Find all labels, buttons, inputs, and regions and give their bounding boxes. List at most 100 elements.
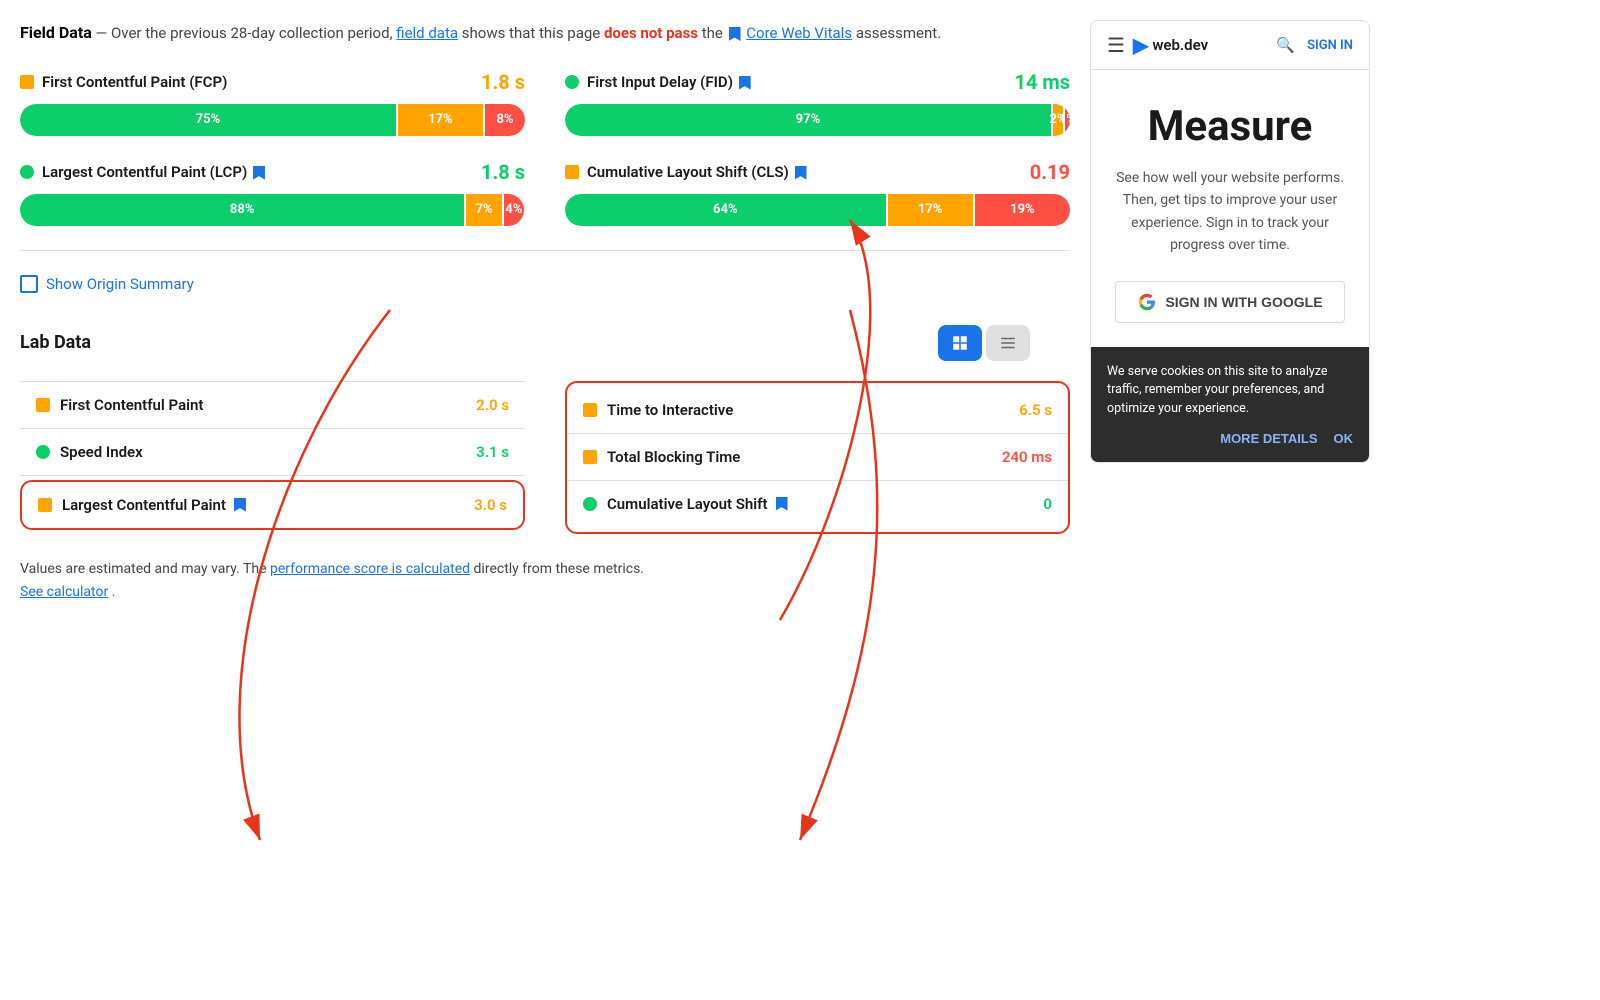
origin-summary-checkbox[interactable]	[20, 275, 38, 293]
calculator-link[interactable]: See calculator	[20, 584, 108, 600]
google-signin-label: SIGN IN WITH GOOGLE	[1165, 294, 1322, 310]
origin-summary-label: Show Origin Summary	[46, 275, 194, 293]
lab-cls-name: Cumulative Layout Shift	[607, 495, 1033, 513]
lab-cls: Cumulative Layout Shift 0	[567, 481, 1068, 527]
lcp-header: Largest Contentful Paint (LCP) 1.8 s	[20, 160, 525, 184]
google-signin-button[interactable]: SIGN IN WITH GOOGLE	[1115, 281, 1345, 323]
webdev-body: Measure See how well your website perfor…	[1091, 70, 1369, 347]
lab-tbt: Total Blocking Time 240 ms	[567, 434, 1068, 481]
cookie-banner: We serve cookies on this site to analyze…	[1091, 347, 1369, 462]
header-desc3: the	[702, 24, 727, 42]
lcp-bar-orange: 7%	[466, 194, 501, 226]
webdev-arrow-icon: ▶	[1133, 33, 1148, 57]
lab-tti: Time to Interactive 6.5 s	[567, 387, 1068, 434]
lab-speed-index-icon	[36, 445, 50, 459]
right-panel: ☰ ▶ web.dev 🔍 SIGN IN Measure See how we…	[1090, 20, 1370, 980]
measure-desc: See how well your website performs. Then…	[1115, 167, 1345, 257]
cls-bar-red: 19%	[975, 194, 1070, 226]
metric-cls: Cumulative Layout Shift (CLS) 0.19 64% 1…	[565, 160, 1070, 226]
lab-data-title: Lab Data	[20, 332, 91, 353]
more-details-button[interactable]: MORE DETAILS	[1220, 431, 1317, 446]
lab-cls-flag-icon	[776, 497, 788, 511]
metric-fcp: First Contentful Paint (FCP) 1.8 s 75% 1…	[20, 70, 525, 136]
lab-cls-value: 0	[1043, 495, 1052, 513]
fcp-icon	[20, 75, 34, 89]
fid-icon	[565, 75, 579, 89]
core-web-vitals-flag-icon	[729, 27, 741, 41]
field-metrics-grid: First Contentful Paint (FCP) 1.8 s 75% 1…	[20, 70, 1070, 251]
performance-score-link[interactable]: performance score is calculated	[270, 561, 470, 577]
lab-fcp-value: 2.0 s	[476, 396, 509, 414]
list-view-button[interactable]	[986, 325, 1030, 361]
lcp-bar-red: 4%	[504, 194, 524, 226]
fcp-bar-orange: 17%	[398, 104, 483, 136]
lab-lcp-icon	[38, 498, 52, 512]
fid-flag-icon	[739, 76, 751, 90]
lab-tti-name: Time to Interactive	[607, 401, 1009, 419]
fcp-bar: 75% 17% 8%	[20, 104, 525, 136]
header-desc4: assessment.	[856, 24, 941, 42]
lab-fcp-name: First Contentful Paint	[60, 396, 466, 414]
does-not-pass-label: does not pass	[604, 24, 698, 42]
signin-link[interactable]: SIGN IN	[1307, 38, 1353, 53]
fid-value: 14 ms	[1014, 70, 1070, 94]
fid-bar-green: 97%	[565, 104, 1051, 136]
cookie-buttons: MORE DETAILS OK	[1107, 431, 1353, 446]
fid-header: First Input Delay (FID) 14 ms	[565, 70, 1070, 94]
lab-data-section: Lab Data	[20, 325, 1070, 361]
lab-lcp: Largest Contentful Paint 3.0 s	[20, 480, 525, 530]
lcp-flag-icon	[253, 166, 265, 180]
fid-name: First Input Delay (FID)	[587, 73, 1006, 91]
field-data-header: Field Data — Over the previous 28-day co…	[20, 20, 1070, 46]
cls-value: 0.19	[1030, 160, 1070, 184]
measure-title: Measure	[1115, 102, 1345, 151]
fid-bar-red: 1%	[1065, 104, 1070, 136]
lab-tbt-name: Total Blocking Time	[607, 448, 992, 466]
ok-button[interactable]: OK	[1334, 431, 1354, 446]
field-data-link[interactable]: field data	[396, 24, 458, 42]
cls-header: Cumulative Layout Shift (CLS) 0.19	[565, 160, 1070, 184]
cls-bar: 64% 17% 19%	[565, 194, 1070, 226]
lab-tbt-value: 240 ms	[1002, 448, 1052, 466]
hamburger-icon[interactable]: ☰	[1107, 33, 1125, 57]
cls-bar-orange: 17%	[888, 194, 973, 226]
lab-right-column: Time to Interactive 6.5 s Total Blocking…	[565, 381, 1070, 534]
cls-bar-green: 64%	[565, 194, 886, 226]
metric-fid: First Input Delay (FID) 14 ms 97% 2% 1%	[565, 70, 1070, 136]
origin-summary-row[interactable]: Show Origin Summary	[20, 275, 1070, 293]
lcp-name: Largest Contentful Paint (LCP)	[42, 163, 473, 181]
lab-cls-icon	[583, 497, 597, 511]
footer-text1: Values are estimated and may vary. The	[20, 561, 270, 577]
lab-lcp-name: Largest Contentful Paint	[62, 496, 464, 514]
cls-icon	[565, 165, 579, 179]
header-desc1: — Over the previous 28-day collection pe…	[96, 24, 397, 42]
lab-speed-index-name: Speed Index	[60, 443, 466, 461]
lab-lcp-value: 3.0 s	[474, 496, 507, 514]
grid-view-button[interactable]	[938, 325, 982, 361]
core-web-vitals-link[interactable]: Core Web Vitals	[746, 24, 852, 42]
footer-text2: directly from these metrics.	[474, 561, 644, 577]
field-data-label: Field Data	[20, 23, 92, 42]
fcp-name: First Contentful Paint (FCP)	[42, 73, 473, 91]
fcp-bar-red: 8%	[485, 104, 525, 136]
lcp-bar: 88% 7% 4%	[20, 194, 525, 226]
footer-note: Values are estimated and may vary. The p…	[20, 558, 1070, 606]
lab-metrics-grid: First Contentful Paint 2.0 s Speed Index…	[20, 381, 1070, 534]
fcp-value: 1.8 s	[481, 70, 525, 94]
lab-left-column: First Contentful Paint 2.0 s Speed Index…	[20, 381, 525, 534]
lab-tbt-icon	[583, 450, 597, 464]
fcp-header: First Contentful Paint (FCP) 1.8 s	[20, 70, 525, 94]
lab-tti-icon	[583, 403, 597, 417]
lab-speed-index-value: 3.1 s	[476, 443, 509, 461]
lab-lcp-flag-icon	[234, 498, 246, 512]
lab-speed-index: Speed Index 3.1 s	[20, 429, 525, 476]
webdev-topbar: ☰ ▶ web.dev 🔍 SIGN IN	[1091, 21, 1369, 70]
cls-name: Cumulative Layout Shift (CLS)	[587, 163, 1022, 181]
lab-fcp-icon	[36, 398, 50, 412]
footer-text3: .	[112, 584, 116, 600]
search-icon[interactable]: 🔍	[1276, 36, 1295, 54]
fid-bar: 97% 2% 1%	[565, 104, 1070, 136]
lab-fcp: First Contentful Paint 2.0 s	[20, 381, 525, 429]
view-toggle[interactable]	[938, 325, 1030, 361]
lcp-icon	[20, 165, 34, 179]
